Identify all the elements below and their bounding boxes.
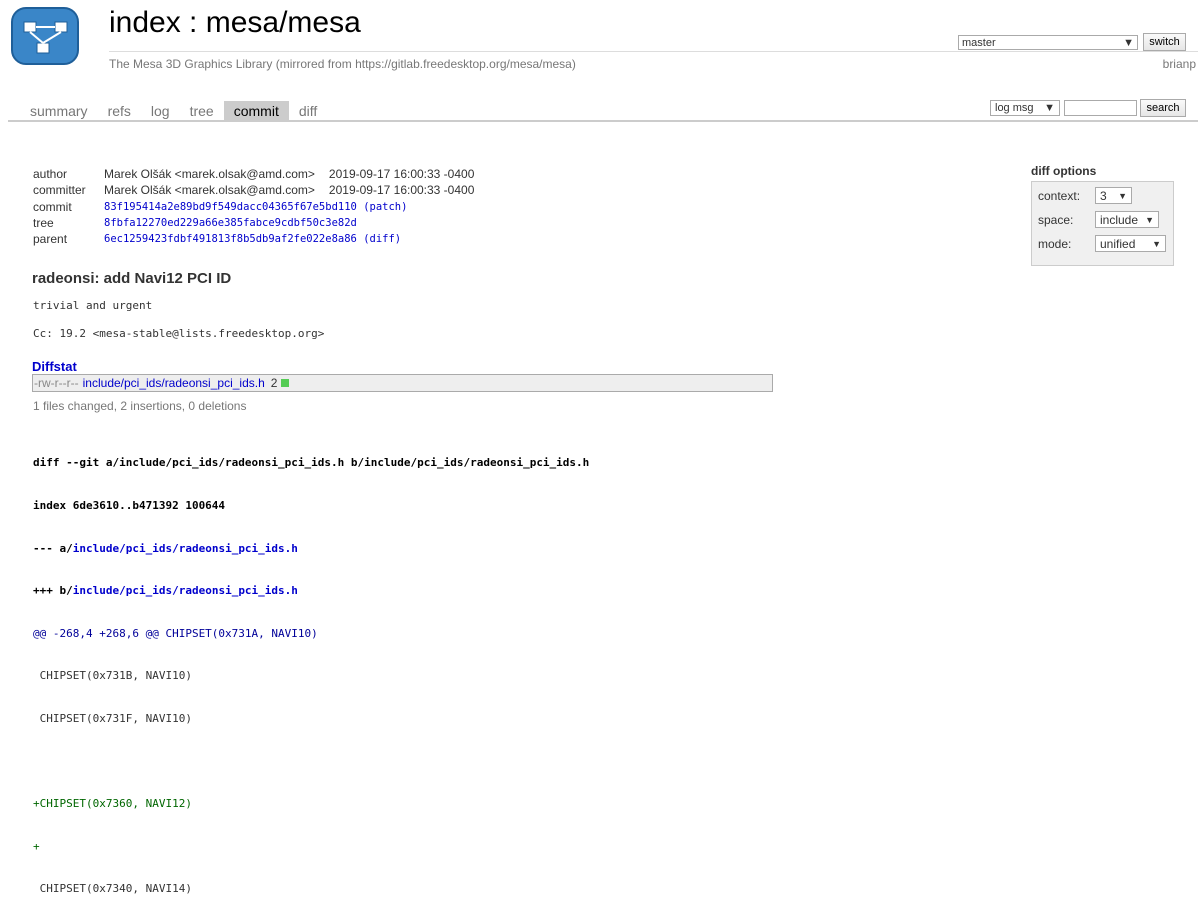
commit-label: commit: [33, 199, 72, 214]
parent-row: parent 6ec1259423fdbf491813f8b5db9af2fe0…: [33, 231, 474, 247]
diffstat-file-link[interactable]: include/pci_ids/radeonsi_pci_ids.h: [83, 376, 265, 390]
switch-button[interactable]: switch: [1143, 33, 1186, 51]
author-value: Marek Olšák <marek.olsak@amd.com>: [104, 167, 315, 182]
diff-options-box: context: 3 ▼ space: include ▼ mode: unif…: [1031, 181, 1174, 266]
commit-subject: radeonsi: add Navi12 PCI ID: [32, 270, 232, 287]
branch-select-value: master: [962, 36, 996, 49]
tab-bar: summary refs log tree commit diff: [20, 101, 327, 122]
tab-log[interactable]: log: [141, 101, 180, 122]
tab-summary[interactable]: summary: [20, 101, 98, 122]
space-select-value: include: [1100, 212, 1139, 227]
context-select[interactable]: 3 ▼: [1095, 187, 1132, 204]
diff-old-file-line: --- a/include/pci_ids/radeonsi_pci_ids.h: [33, 542, 589, 556]
diff-new-prefix: +++ b/: [33, 584, 73, 598]
repo-owner: brianp: [1162, 57, 1196, 71]
diffstat-insertion-bar: [281, 379, 290, 387]
tab-commit[interactable]: commit: [223, 101, 289, 122]
diff-new-file-link[interactable]: include/pci_ids/radeonsi_pci_ids.h: [73, 584, 298, 597]
commit-row: commit 83f195414a2e89bd9f549dacc04365f67…: [33, 199, 474, 215]
committer-date: 2019-09-17 16:00:33 -0400: [328, 183, 475, 198]
committer-label: committer: [33, 183, 86, 198]
commit-info-table: author Marek Olšák <marek.olsak@amd.com>…: [33, 166, 474, 247]
tree-label: tree: [33, 216, 54, 231]
commit-body-line: Cc: 19.2 <mesa-stable@lists.freedesktop.…: [33, 327, 325, 340]
diff-line: CHIPSET(0x731F, NAVI10): [33, 711, 192, 725]
parent-hash-link[interactable]: 6ec1259423fdbf491813f8b5db9af2fe022e8a86: [104, 233, 357, 245]
diff-old-file-link[interactable]: include/pci_ids/radeonsi_pci_ids.h: [73, 542, 298, 555]
diff-options-panel: diff options context: 3 ▼ space: include…: [1031, 164, 1174, 266]
commit-body-line: trivial and urgent: [33, 299, 153, 312]
chevron-down-icon: ▼: [1044, 102, 1055, 114]
author-row: author Marek Olšák <marek.olsak@amd.com>…: [33, 166, 474, 182]
author-date: 2019-09-17 16:00:33 -0400: [328, 167, 475, 182]
patch-link[interactable]: (patch): [363, 201, 407, 213]
diff-hunk-header: @@ -268,4 +268,6 @@ CHIPSET(0x731A, NAVI…: [33, 626, 318, 640]
diff-view: diff --git a/include/pci_ids/radeonsi_pc…: [33, 428, 589, 911]
diff-index-line: index 6de3610..b471392 100644: [33, 499, 226, 512]
diff-new-file-line: +++ b/include/pci_ids/radeonsi_pci_ids.h: [33, 584, 589, 598]
committer-value: Marek Olšák <marek.olsak@amd.com>: [104, 183, 315, 198]
diffstat-change-count: 2: [270, 376, 278, 390]
tab-refs[interactable]: refs: [98, 101, 141, 122]
commit-hash-link[interactable]: 83f195414a2e89bd9f549dacc04365f67e5bd110: [104, 201, 357, 213]
diff-options-heading: diff options: [1031, 164, 1097, 178]
mode-select[interactable]: unified ▼: [1095, 235, 1166, 252]
space-select[interactable]: include ▼: [1095, 211, 1159, 228]
space-label: space:: [1038, 213, 1074, 227]
tab-tree[interactable]: tree: [180, 101, 224, 122]
diff-line-added: +: [33, 839, 40, 853]
diff-old-prefix: --- a/: [33, 541, 73, 555]
context-label: context:: [1038, 189, 1081, 203]
tab-diff[interactable]: diff: [289, 101, 327, 122]
search-input[interactable]: [1064, 100, 1137, 116]
diff-line: [33, 755, 589, 769]
diffstat-summary: 1 files changed, 2 insertions, 0 deletio…: [33, 399, 247, 413]
diffstat-heading-link[interactable]: Diffstat: [32, 359, 77, 374]
chevron-down-icon: ▼: [1145, 214, 1154, 225]
diffstat-row: -rw-r--r-- include/pci_ids/radeonsi_pci_…: [32, 374, 773, 392]
file-mode: -rw-r--r--: [34, 376, 79, 390]
tab-bar-divider: [8, 120, 1198, 122]
page-title: index : mesa/mesa: [109, 6, 361, 39]
diff-header-line: diff --git a/include/pci_ids/radeonsi_pc…: [33, 456, 590, 470]
context-select-value: 3: [1100, 188, 1107, 203]
search-button[interactable]: search: [1140, 99, 1186, 117]
chevron-down-icon: ▼: [1123, 36, 1134, 49]
mode-label: mode:: [1038, 237, 1072, 251]
parent-diff-link[interactable]: (diff): [363, 233, 401, 245]
cgit-logo[interactable]: [9, 5, 81, 67]
diff-line-added: +CHIPSET(0x7360, NAVI12): [33, 797, 192, 811]
search-mode-select[interactable]: log msg ▼: [990, 100, 1060, 116]
author-label: author: [33, 167, 68, 182]
committer-row: committer Marek Olšák <marek.olsak@amd.c…: [33, 182, 474, 198]
tree-hash-link[interactable]: 8fbfa12270ed229a66e385fabce9cdbf50c3e82d: [104, 217, 357, 229]
title-divider: [109, 51, 1198, 52]
diff-line: CHIPSET(0x731B, NAVI10): [33, 669, 192, 683]
parent-label: parent: [33, 232, 68, 247]
diff-line: CHIPSET(0x7340, NAVI14): [33, 882, 192, 896]
search-mode-value: log msg: [995, 102, 1034, 114]
mode-select-value: unified: [1100, 236, 1136, 251]
chevron-down-icon: ▼: [1152, 238, 1161, 249]
chevron-down-icon: ▼: [1118, 190, 1127, 201]
repo-description: The Mesa 3D Graphics Library (mirrored f…: [109, 57, 576, 71]
branch-select[interactable]: master ▼: [958, 35, 1138, 50]
tree-row: tree 8fbfa12270ed229a66e385fabce9cdbf50c…: [33, 215, 474, 231]
